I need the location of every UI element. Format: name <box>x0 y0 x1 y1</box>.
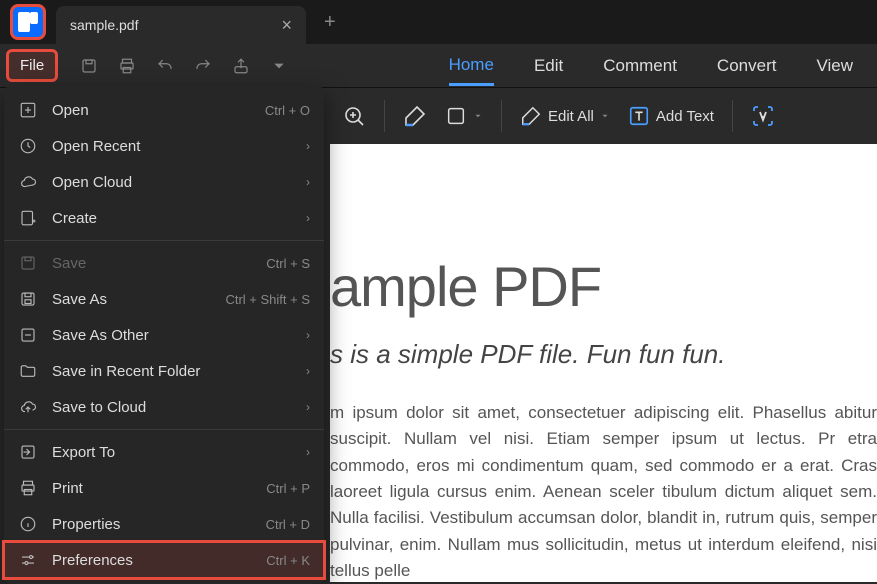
ocr-button[interactable] <box>751 104 775 128</box>
menu-print-shortcut: Ctrl + P <box>266 481 310 496</box>
menu-save-as-shortcut: Ctrl + Shift + S <box>225 292 310 307</box>
menu-properties-label: Properties <box>52 516 252 533</box>
nav-convert[interactable]: Convert <box>717 48 777 84</box>
menu-save-recent-folder-label: Save in Recent Folder <box>52 363 292 380</box>
file-menu: Open Ctrl + O Open Recent › Open Cloud ›… <box>4 86 324 584</box>
save-icon[interactable] <box>72 49 106 83</box>
menu-preferences-label: Preferences <box>52 552 252 569</box>
save-other-icon <box>18 325 38 345</box>
print-icon[interactable] <box>110 49 144 83</box>
clock-icon <box>18 136 38 156</box>
add-text-label: Add Text <box>656 108 714 125</box>
print-icon <box>18 478 38 498</box>
export-icon <box>18 442 38 462</box>
save-icon <box>18 253 38 273</box>
menu-save-as-label: Save As <box>52 291 211 308</box>
menu-create[interactable]: Create › <box>4 200 324 236</box>
menu-preferences[interactable]: Preferences Ctrl + K <box>4 542 324 578</box>
document-viewport[interactable]: ample PDF s is a simple PDF file. Fun fu… <box>330 144 877 582</box>
menu-create-label: Create <box>52 210 292 227</box>
edit-all-button[interactable]: Edit All <box>520 105 610 127</box>
info-icon <box>18 514 38 534</box>
menu-export-to-label: Export To <box>52 444 292 461</box>
chevron-right-icon: › <box>306 328 310 342</box>
menu-open[interactable]: Open Ctrl + O <box>4 92 324 128</box>
menu-save-as-other[interactable]: Save As Other › <box>4 317 324 353</box>
dropdown-icon[interactable] <box>262 49 296 83</box>
menu-open-cloud[interactable]: Open Cloud › <box>4 164 324 200</box>
chevron-right-icon: › <box>306 211 310 225</box>
share-icon[interactable] <box>224 49 258 83</box>
document-body: m ipsum dolor sit amet, consectetuer adi… <box>330 400 877 582</box>
menu-open-label: Open <box>52 102 251 119</box>
file-menu-button[interactable]: File <box>8 51 56 80</box>
save-as-icon <box>18 289 38 309</box>
menu-save-shortcut: Ctrl + S <box>266 256 310 271</box>
add-text-button[interactable]: Add Text <box>628 105 714 127</box>
menu-print[interactable]: Print Ctrl + P <box>4 470 324 506</box>
sliders-icon <box>18 550 38 570</box>
document-tab[interactable]: sample.pdf × <box>56 6 306 44</box>
menu-export-to[interactable]: Export To › <box>4 434 324 470</box>
menu-save: Save Ctrl + S <box>4 245 324 281</box>
menu-open-cloud-label: Open Cloud <box>52 174 292 191</box>
document-heading: ample PDF <box>330 254 877 319</box>
undo-icon[interactable] <box>148 49 182 83</box>
file-plus-icon <box>18 208 38 228</box>
menu-save-as-other-label: Save As Other <box>52 327 292 344</box>
app-logo-icon[interactable] <box>12 6 44 38</box>
menu-preferences-shortcut: Ctrl + K <box>266 553 310 568</box>
menu-open-recent[interactable]: Open Recent › <box>4 128 324 164</box>
nav-home[interactable]: Home <box>449 47 494 86</box>
menu-properties-shortcut: Ctrl + D <box>266 517 310 532</box>
menu-separator <box>4 240 324 241</box>
zoom-in-button[interactable] <box>342 104 366 128</box>
menu-save-to-cloud[interactable]: Save to Cloud › <box>4 389 324 425</box>
secondary-toolbar: Edit All Add Text <box>330 88 787 144</box>
nav-view[interactable]: View <box>816 48 853 84</box>
chevron-right-icon: › <box>306 364 310 378</box>
menu-open-shortcut: Ctrl + O <box>265 103 310 118</box>
chevron-right-icon: › <box>306 175 310 189</box>
menu-open-recent-label: Open Recent <box>52 138 292 155</box>
shape-button[interactable] <box>445 105 483 127</box>
edit-all-label: Edit All <box>548 108 594 125</box>
nav-comment[interactable]: Comment <box>603 48 677 84</box>
menu-save-to-cloud-label: Save to Cloud <box>52 399 292 416</box>
menu-save-label: Save <box>52 255 252 272</box>
menu-separator <box>4 429 324 430</box>
menu-save-as[interactable]: Save As Ctrl + Shift + S <box>4 281 324 317</box>
chevron-right-icon: › <box>306 139 310 153</box>
cloud-icon <box>18 172 38 192</box>
document-subheading: s is a simple PDF file. Fun fun fun. <box>330 339 877 370</box>
redo-icon[interactable] <box>186 49 220 83</box>
chevron-right-icon: › <box>306 400 310 414</box>
plus-square-icon <box>18 100 38 120</box>
top-navigation: Home Edit Comment Convert View <box>425 44 877 88</box>
tab-title: sample.pdf <box>70 17 138 33</box>
menu-print-label: Print <box>52 480 252 497</box>
titlebar: sample.pdf × + <box>0 0 877 44</box>
cloud-up-icon <box>18 397 38 417</box>
highlight-button[interactable] <box>403 104 427 128</box>
menu-properties[interactable]: Properties Ctrl + D <box>4 506 324 542</box>
chevron-right-icon: › <box>306 445 310 459</box>
menu-save-recent-folder[interactable]: Save in Recent Folder › <box>4 353 324 389</box>
close-tab-icon[interactable]: × <box>281 15 292 36</box>
new-tab-button[interactable]: + <box>306 11 354 34</box>
folder-icon <box>18 361 38 381</box>
nav-edit[interactable]: Edit <box>534 48 563 84</box>
